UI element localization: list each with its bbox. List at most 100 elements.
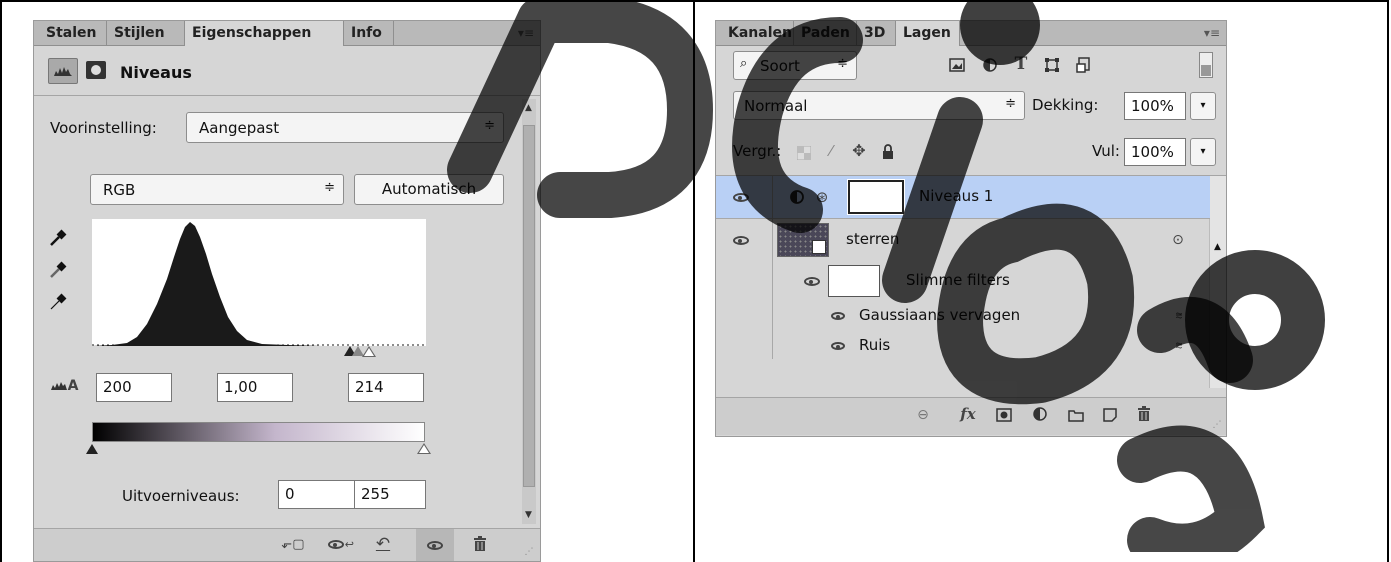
blending-options-icon[interactable]: ⩬ bbox=[1171, 308, 1187, 322]
lock-position-icon[interactable]: ✥ bbox=[850, 141, 868, 160]
histogram-graph bbox=[92, 222, 426, 346]
new-adjustment-layer-icon[interactable] bbox=[1030, 406, 1052, 424]
input-white-field[interactable]: 214 bbox=[348, 373, 424, 402]
filter-eye-icon[interactable] bbox=[828, 339, 848, 353]
new-layer-icon[interactable] bbox=[1100, 406, 1120, 424]
filter-toggle-switch[interactable] bbox=[1199, 52, 1213, 78]
preset-select[interactable]: Aangepast ≑ bbox=[186, 112, 504, 143]
view-previous-state-icon[interactable]: ↩ bbox=[328, 535, 354, 553]
tab-info[interactable]: Info bbox=[344, 21, 394, 45]
filter-row-ruis[interactable]: Ruis ⩬ bbox=[716, 331, 1210, 361]
filter-adjustment-icon[interactable] bbox=[981, 57, 999, 73]
smart-filter-mask-thumbnail[interactable] bbox=[828, 265, 880, 297]
updown-icon: ≑ bbox=[1005, 96, 1016, 111]
panel-menu-icon[interactable]: ▾≡ bbox=[518, 26, 534, 40]
layer-filter-select[interactable]: ⌕ Soort ≑ bbox=[733, 51, 857, 80]
filter-smart-object-icon[interactable] bbox=[1075, 56, 1093, 74]
updown-icon: ≑ bbox=[484, 118, 495, 133]
input-black-field[interactable]: 200 bbox=[96, 373, 172, 402]
link-icon[interactable]: ⊛ bbox=[815, 186, 829, 208]
output-white-field[interactable]: 255 bbox=[354, 480, 426, 509]
output-black-slider[interactable] bbox=[86, 444, 98, 454]
layers-panel: Kanalen Paden 3D Lagen ▾≡ ⌕ Soort ≑ T No… bbox=[715, 20, 1227, 437]
filter-name[interactable]: Ruis bbox=[859, 336, 890, 354]
resize-grip-icon[interactable]: ⋰ bbox=[522, 545, 536, 559]
fx-icon[interactable]: fx bbox=[956, 404, 980, 424]
updown-icon: ≑ bbox=[837, 56, 848, 71]
layer-row-sterren[interactable]: sterren ⊙ bbox=[716, 219, 1210, 359]
tab-lagen[interactable]: Lagen bbox=[896, 21, 960, 46]
clip-to-layer-icon[interactable]: ⬐▢ bbox=[280, 535, 306, 553]
auto-button[interactable]: Automatisch bbox=[354, 174, 504, 205]
filter-type-icon[interactable]: T bbox=[1012, 54, 1030, 74]
mask-icon[interactable] bbox=[86, 61, 106, 79]
layer-row-niveaus[interactable]: ⊛ Niveaus 1 bbox=[716, 176, 1210, 219]
tab-3d[interactable]: 3D bbox=[857, 21, 896, 45]
blending-options-icon[interactable]: ⩬ bbox=[1171, 338, 1187, 352]
visibility-eye-icon[interactable] bbox=[726, 231, 756, 249]
filter-pixel-icon[interactable] bbox=[948, 57, 966, 73]
opacity-field[interactable]: 100% bbox=[1124, 92, 1186, 120]
tab-stalen[interactable]: Stalen bbox=[39, 21, 107, 45]
tab-paden[interactable]: Paden bbox=[794, 21, 857, 45]
fill-label: Vul: bbox=[1092, 142, 1120, 160]
preset-value: Aangepast bbox=[199, 119, 280, 137]
opacity-dropdown-button[interactable]: ▾ bbox=[1190, 92, 1216, 120]
channel-select[interactable]: RGB ≑ bbox=[90, 174, 344, 205]
link-layers-icon[interactable]: ⊖ bbox=[912, 406, 934, 424]
lock-image-pixels-icon[interactable]: ⁄ bbox=[822, 142, 840, 160]
lock-transparent-pixels-icon[interactable] bbox=[796, 145, 812, 161]
visibility-eye-icon[interactable] bbox=[726, 188, 756, 206]
new-group-icon[interactable] bbox=[1066, 406, 1086, 424]
smart-object-thumbnail[interactable] bbox=[777, 223, 829, 257]
preset-label: Voorinstelling: bbox=[50, 119, 157, 137]
panel-header-title: Niveaus bbox=[120, 63, 192, 82]
fill-field[interactable]: 100% bbox=[1124, 138, 1186, 166]
blend-mode-select[interactable]: Normaal ≑ bbox=[733, 91, 1025, 120]
input-levels-icon: A bbox=[48, 376, 80, 396]
output-levels-label: Uitvoerniveaus: bbox=[122, 487, 240, 505]
layer-name[interactable]: Niveaus 1 bbox=[919, 187, 993, 205]
layer-name[interactable]: sterren bbox=[846, 230, 899, 248]
layers-list: ▲ ⊛ Niveaus 1 sterren ⊙ Slimme filters G… bbox=[716, 176, 1226, 388]
panel-menu-icon[interactable]: ▾≡ bbox=[1204, 26, 1220, 40]
properties-tabbar: Stalen Stijlen Eigenschappen Info ▾≡ bbox=[34, 21, 540, 46]
input-gamma-field[interactable]: 1,00 bbox=[217, 373, 293, 402]
black-eyedropper-icon[interactable] bbox=[48, 227, 68, 249]
levels-adjustment-icon bbox=[48, 58, 78, 84]
smart-filters-eye-icon[interactable] bbox=[800, 273, 824, 289]
filter-shape-icon[interactable] bbox=[1043, 57, 1061, 73]
properties-scrollbar[interactable]: ▲ ▼ bbox=[522, 99, 536, 524]
white-eyedropper-icon[interactable] bbox=[48, 291, 68, 313]
layers-bottom-bar: ⊖ fx ⋰ bbox=[716, 398, 1226, 435]
fill-dropdown-button[interactable]: ▾ bbox=[1190, 138, 1216, 166]
smart-filters-row[interactable]: Slimme filters bbox=[716, 261, 1210, 301]
lock-all-icon[interactable] bbox=[880, 142, 896, 160]
filter-eye-icon[interactable] bbox=[828, 309, 848, 323]
opacity-label: Dekking: bbox=[1032, 96, 1099, 114]
updown-icon: ≑ bbox=[324, 180, 335, 195]
toggle-visibility-icon[interactable] bbox=[416, 529, 454, 561]
smart-object-badge-icon bbox=[812, 240, 826, 254]
add-mask-icon[interactable] bbox=[994, 406, 1014, 424]
tab-kanalen[interactable]: Kanalen bbox=[721, 21, 794, 45]
filter-kind-value: Soort bbox=[760, 57, 800, 75]
lock-label: Vergr.: bbox=[733, 142, 782, 160]
blend-mode-value: Normaal bbox=[744, 97, 808, 115]
layer-mask-thumbnail[interactable] bbox=[847, 179, 905, 215]
filter-name[interactable]: Gaussiaans vervagen bbox=[859, 306, 1020, 324]
resize-grip-icon[interactable]: ⋰ bbox=[1210, 418, 1224, 432]
trash-icon[interactable] bbox=[470, 534, 490, 554]
tab-eigenschappen[interactable]: Eigenschappen bbox=[185, 21, 344, 46]
filter-effects-badge-icon[interactable]: ⊙ bbox=[1168, 230, 1188, 250]
scroll-thumb[interactable] bbox=[523, 125, 535, 487]
output-black-field[interactable]: 0 bbox=[278, 480, 362, 509]
gray-eyedropper-icon[interactable] bbox=[48, 259, 68, 281]
levels-adjustment-layer-icon bbox=[788, 188, 806, 206]
filter-row-gaussian[interactable]: Gaussiaans vervagen ⩬ bbox=[716, 301, 1210, 331]
delete-layer-icon[interactable] bbox=[1134, 404, 1154, 424]
layers-scrollbar[interactable]: ▲ bbox=[1209, 176, 1226, 388]
layers-tabbar: Kanalen Paden 3D Lagen ▾≡ bbox=[716, 21, 1226, 46]
properties-panel: Stalen Stijlen Eigenschappen Info ▾≡ Niv… bbox=[33, 20, 541, 562]
tab-stijlen[interactable]: Stijlen bbox=[107, 21, 185, 45]
